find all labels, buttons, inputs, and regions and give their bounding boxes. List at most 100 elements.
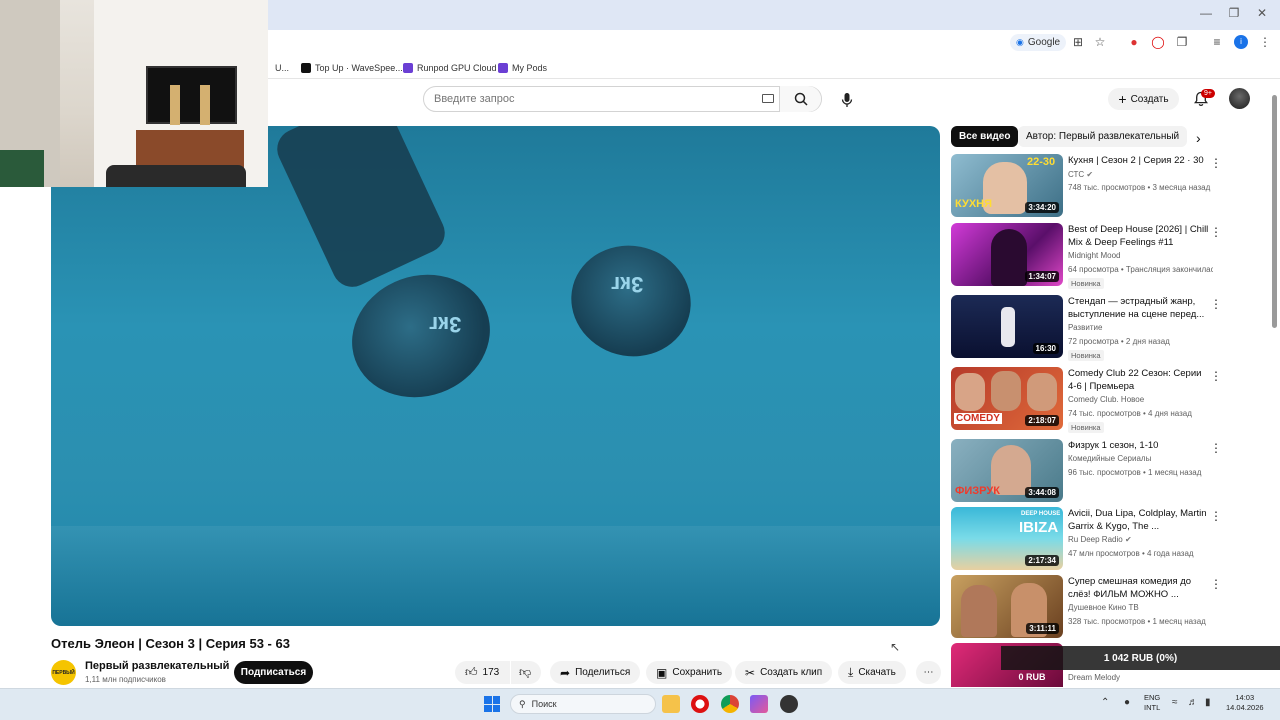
sidebar-video-card[interactable]: 16:30 Стендап — эстрадный жанр, выступле… xyxy=(951,295,1261,361)
arm-shape xyxy=(270,126,452,294)
sidebar-video-title[interactable]: Comedy Club 22 Сезон: Серии 4-6 | Премье… xyxy=(1068,367,1211,393)
bookmark-item[interactable]: Runpod GPU Cloud xyxy=(403,61,497,75)
battery-icon[interactable]: ▮ xyxy=(1205,697,1211,708)
profile-icon[interactable]: i xyxy=(1234,35,1248,49)
share-button[interactable]: ➦ Поделиться xyxy=(550,661,641,684)
sidebar-video-title[interactable]: Avicii, Dua Lipa, Coldplay, Martin Garri… xyxy=(1068,507,1211,533)
scissors-icon: ✂ xyxy=(745,665,756,680)
sidebar-video-title[interactable]: Физрук 1 сезон, 1-10 xyxy=(1068,439,1211,452)
sidebar-video-channel[interactable]: Развитие xyxy=(1068,323,1213,332)
kebab-menu-icon[interactable]: ⋮ xyxy=(1258,35,1272,49)
extension-badge-icon[interactable]: ● xyxy=(1127,35,1141,49)
search-box[interactable] xyxy=(423,86,822,112)
download-icon: ⤓ xyxy=(848,665,854,679)
more-vertical-icon[interactable]: ⋮ xyxy=(1210,577,1222,591)
more-actions-button[interactable]: ⋯ xyxy=(916,661,941,684)
mouse-cursor-icon: ↖ xyxy=(890,640,901,654)
sidebar-video-channel[interactable]: Midnight Mood xyxy=(1068,251,1213,260)
minimize-icon[interactable]: — xyxy=(1196,6,1216,20)
chrome-icon[interactable] xyxy=(721,695,739,713)
sidebar-video-channel[interactable]: СТС ✔ xyxy=(1068,170,1213,179)
thumb-text: КУХНЯ xyxy=(955,198,993,210)
taskbar-clock[interactable]: 14:03 14.04.2026 xyxy=(1226,693,1264,713)
microphone-icon[interactable]: ● xyxy=(1124,697,1130,708)
video-thumbnail[interactable]: DEEP HOUSE IBIZA 2:17:34 xyxy=(951,507,1063,570)
taskbar-search[interactable]: ⚲ Поиск xyxy=(510,694,656,714)
voice-search-button[interactable] xyxy=(837,90,857,110)
sidebar-video-channel[interactable]: Dream Melody xyxy=(1068,673,1213,682)
search-button[interactable] xyxy=(779,86,821,112)
chevron-up-icon[interactable]: ⌃ xyxy=(1101,697,1109,708)
more-vertical-icon[interactable]: ⋮ xyxy=(1210,156,1222,170)
account-avatar[interactable] xyxy=(1229,88,1250,109)
video-thumbnail[interactable]: 1:34:07 xyxy=(951,223,1063,286)
bookmark-star-icon[interactable]: ☆ xyxy=(1093,35,1107,49)
sidebar-video-card[interactable]: COMEDY 2:18:07 Comedy Club 22 Сезон: Сер… xyxy=(951,367,1261,433)
clip-button[interactable]: ✂ Создать клип xyxy=(735,661,833,684)
video-thumbnail[interactable]: 3:11:11 xyxy=(951,575,1063,638)
wifi-icon[interactable]: ≈ xyxy=(1172,697,1178,708)
opera-icon[interactable] xyxy=(691,695,709,713)
bookmark-item[interactable]: Top Up · WaveSpee... xyxy=(301,61,403,75)
install-icon[interactable]: ⊞ xyxy=(1071,35,1085,49)
video-thumbnail[interactable]: 16:30 xyxy=(951,295,1063,358)
language-indicator[interactable]: ENG INTL xyxy=(1144,693,1160,713)
search-icon: ⚲ xyxy=(519,698,526,709)
sidebar-video-title[interactable]: Best of Deep House [2026] | Chill Mix & … xyxy=(1068,223,1211,249)
sidebar-video-card[interactable]: 1:34:07 Best of Deep House [2026] | Chil… xyxy=(951,223,1261,289)
reading-list-icon[interactable]: ≡ xyxy=(1210,35,1224,49)
sidebar-video-channel[interactable]: Comedy Club. Новое xyxy=(1068,395,1213,404)
duration-badge: 3:11:11 xyxy=(1026,623,1059,634)
video-thumbnail[interactable]: 22-30 КУХНЯ 3:34:20 xyxy=(951,154,1063,217)
puzzle-icon[interactable]: ❐ xyxy=(1175,35,1189,49)
channel-avatar[interactable]: ПЕРВЫЙ xyxy=(51,660,76,685)
sidebar-video-title[interactable]: Стендап — эстрадный жанр, выступление на… xyxy=(1068,295,1211,321)
sidebar-video-channel[interactable]: Комедийные Сериалы xyxy=(1068,454,1213,463)
sidebar-video-card[interactable]: 3:11:11 Супер смешная комедия до слёз! Ф… xyxy=(951,575,1261,639)
more-vertical-icon[interactable]: ⋮ xyxy=(1210,369,1222,383)
sidebar-video-title[interactable]: Кухня | Сезон 2 | Серия 22 · 30 xyxy=(1068,154,1211,167)
video-thumbnail[interactable]: COMEDY 2:18:07 xyxy=(951,367,1063,430)
chevron-right-icon[interactable]: › xyxy=(1196,130,1201,146)
keyboard-icon[interactable] xyxy=(762,94,774,103)
app-icon[interactable] xyxy=(750,695,768,713)
channel-name[interactable]: Первый развлекательный xyxy=(85,660,229,672)
more-vertical-icon[interactable]: ⋮ xyxy=(1210,225,1222,239)
duration-badge: 3:44:08 xyxy=(1025,487,1059,498)
sidebar-video-card[interactable]: 22-30 КУХНЯ 3:34:20 Кухня | Сезон 2 | Се… xyxy=(951,154,1261,218)
video-thumbnail[interactable]: ФИЗРУК 3:44:08 xyxy=(951,439,1063,502)
more-horizontal-icon: ⋯ xyxy=(923,667,934,678)
app-icon[interactable] xyxy=(780,695,798,713)
chip-all-videos[interactable]: Все видео xyxy=(951,126,1019,147)
close-icon[interactable]: ✕ xyxy=(1252,6,1272,20)
sidebar-video-card[interactable]: DEEP HOUSE IBIZA 2:17:34 Avicii, Dua Lip… xyxy=(951,507,1261,571)
page-scrollbar[interactable] xyxy=(1272,95,1277,328)
more-vertical-icon[interactable]: ⋮ xyxy=(1210,509,1222,523)
tv-shape xyxy=(146,66,237,124)
sidebar-video-channel[interactable]: Ru Deep Radio ✔ xyxy=(1068,535,1213,544)
dislike-button[interactable]: 👎︎ xyxy=(511,661,541,684)
file-explorer-icon[interactable] xyxy=(662,695,680,713)
windows-start-icon[interactable] xyxy=(484,696,500,712)
like-button[interactable]: 👍︎ 173 xyxy=(455,661,510,684)
sidebar-video-meta: 47 млн просмотров • 4 года назад xyxy=(1068,549,1194,558)
more-vertical-icon[interactable]: ⋮ xyxy=(1210,441,1222,455)
sidebar-video-channel[interactable]: Душевное Кино ТВ xyxy=(1068,603,1213,612)
video-player[interactable]: 3кг 3кг xyxy=(51,126,940,626)
chip-author[interactable]: Автор: Первый развлекательный xyxy=(1018,126,1188,147)
sidebar-video-card[interactable]: ФИЗРУК 3:44:08 Физрук 1 сезон, 1-10 Коме… xyxy=(951,439,1261,503)
volume-icon[interactable]: ♬ xyxy=(1188,697,1198,708)
bookmark-item[interactable]: U... xyxy=(275,61,289,75)
maximize-icon[interactable]: ❐ xyxy=(1224,6,1244,20)
thumb-tag: 22-30 xyxy=(1027,156,1056,168)
save-button[interactable]: ▣ Сохранить xyxy=(646,661,733,684)
bookmark-item[interactable]: My Pods xyxy=(498,61,547,75)
create-button[interactable]: + Создать xyxy=(1108,88,1179,110)
more-vertical-icon[interactable]: ⋮ xyxy=(1210,297,1222,311)
sidebar-video-title[interactable]: Супер смешная комедия до слёз! ФИЛЬМ МОЖ… xyxy=(1068,575,1211,601)
subscribe-button[interactable]: Подписаться xyxy=(234,661,313,684)
search-input[interactable] xyxy=(434,93,754,105)
opera-extension-icon[interactable]: ◯ xyxy=(1151,35,1165,49)
google-lens-pill[interactable]: ◉ Google xyxy=(1010,34,1067,51)
download-button[interactable]: ⤓ Скачать xyxy=(838,661,906,684)
